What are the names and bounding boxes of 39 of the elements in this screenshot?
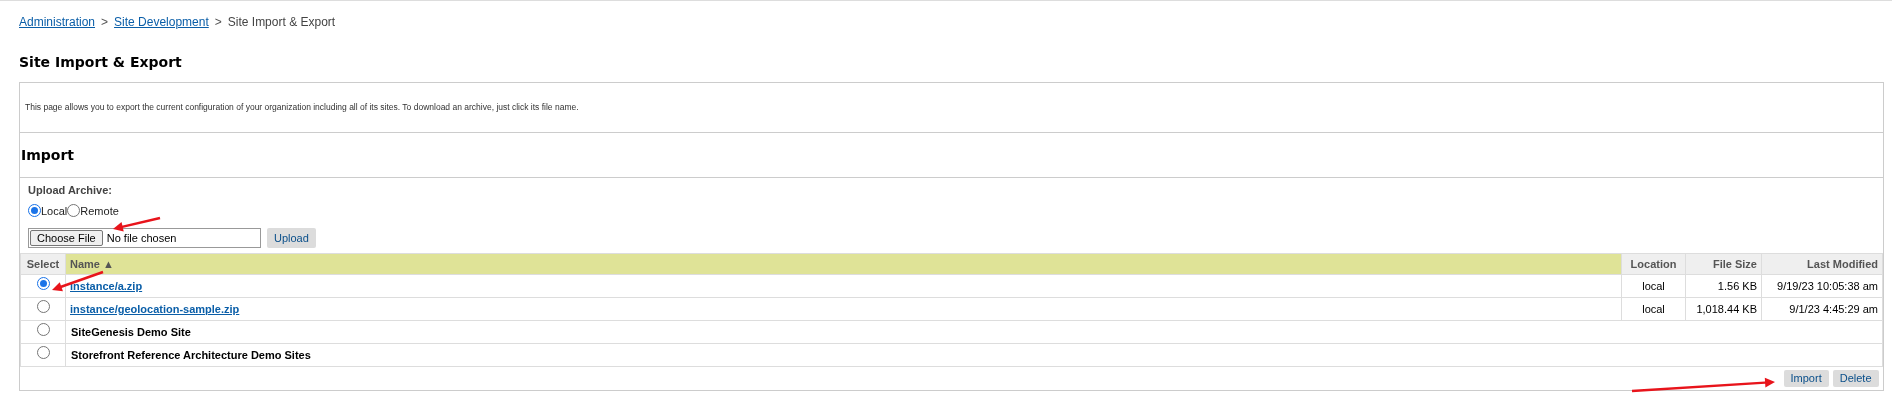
radio-label[interactable]: Local	[41, 202, 68, 219]
action-button[interactable]: Import	[1783, 369, 1829, 387]
location-cell: local	[1621, 297, 1686, 321]
breadcrumb-link[interactable]: Site Development	[114, 13, 209, 31]
archive-link[interactable]: instance/a.zip	[70, 279, 143, 292]
annotation-arrow	[113, 216, 161, 232]
site-name: SiteGenesis Demo Site	[65, 320, 1883, 344]
breadcrumb-current: Site Import & Export	[227, 14, 336, 31]
page-description: This page allows you to export the current configuration of your organization including all of its sites. To download an archive, just click its file name.	[25, 101, 579, 114]
upload-button[interactable]: Upload	[267, 228, 316, 248]
column-header[interactable]: Last Modified	[1761, 253, 1883, 275]
radio-button[interactable]	[36, 323, 50, 337]
archive-link[interactable]: instance/geolocation-sample.zip	[70, 302, 240, 315]
file-status: No file chosen	[106, 230, 177, 246]
breadcrumb-link[interactable]: Administration	[19, 13, 96, 31]
action-button[interactable]: Delete	[1832, 369, 1879, 387]
breadcrumb-separator: >	[214, 14, 222, 31]
modified-cell: 9/1/23 4:45:29 am	[1761, 297, 1883, 321]
column-header[interactable]: Name ▲	[65, 253, 1622, 275]
column-header[interactable]: Location	[1621, 253, 1686, 275]
upload-label: Upload Archive:	[28, 183, 113, 198]
column-header[interactable]: File Size	[1685, 253, 1762, 275]
radio-button[interactable]	[36, 277, 50, 291]
site-name: Storefront Reference Architecture Demo Sites	[65, 343, 1883, 367]
breadcrumb-separator: >	[101, 14, 109, 31]
radio-label[interactable]: Remote	[80, 202, 119, 219]
section-heading: Import	[20, 133, 1883, 178]
column-header[interactable]: Select	[20, 253, 66, 275]
radio-button[interactable]	[36, 346, 50, 360]
radio-button[interactable]	[28, 204, 41, 218]
modified-cell: 9/19/23 10:05:38 am	[1761, 274, 1883, 298]
radio-button[interactable]	[67, 204, 81, 218]
location-cell: local	[1621, 274, 1686, 298]
file-input[interactable]: Choose File No file chosen	[28, 228, 261, 248]
file-size-cell: 1.56 KB	[1685, 274, 1762, 298]
file-size-cell: 1,018.44 KB	[1685, 297, 1762, 321]
radio-button[interactable]	[36, 300, 50, 314]
page-title: Site Import & Export	[18, 53, 183, 72]
choose-file-button[interactable]: Choose File	[30, 230, 103, 246]
